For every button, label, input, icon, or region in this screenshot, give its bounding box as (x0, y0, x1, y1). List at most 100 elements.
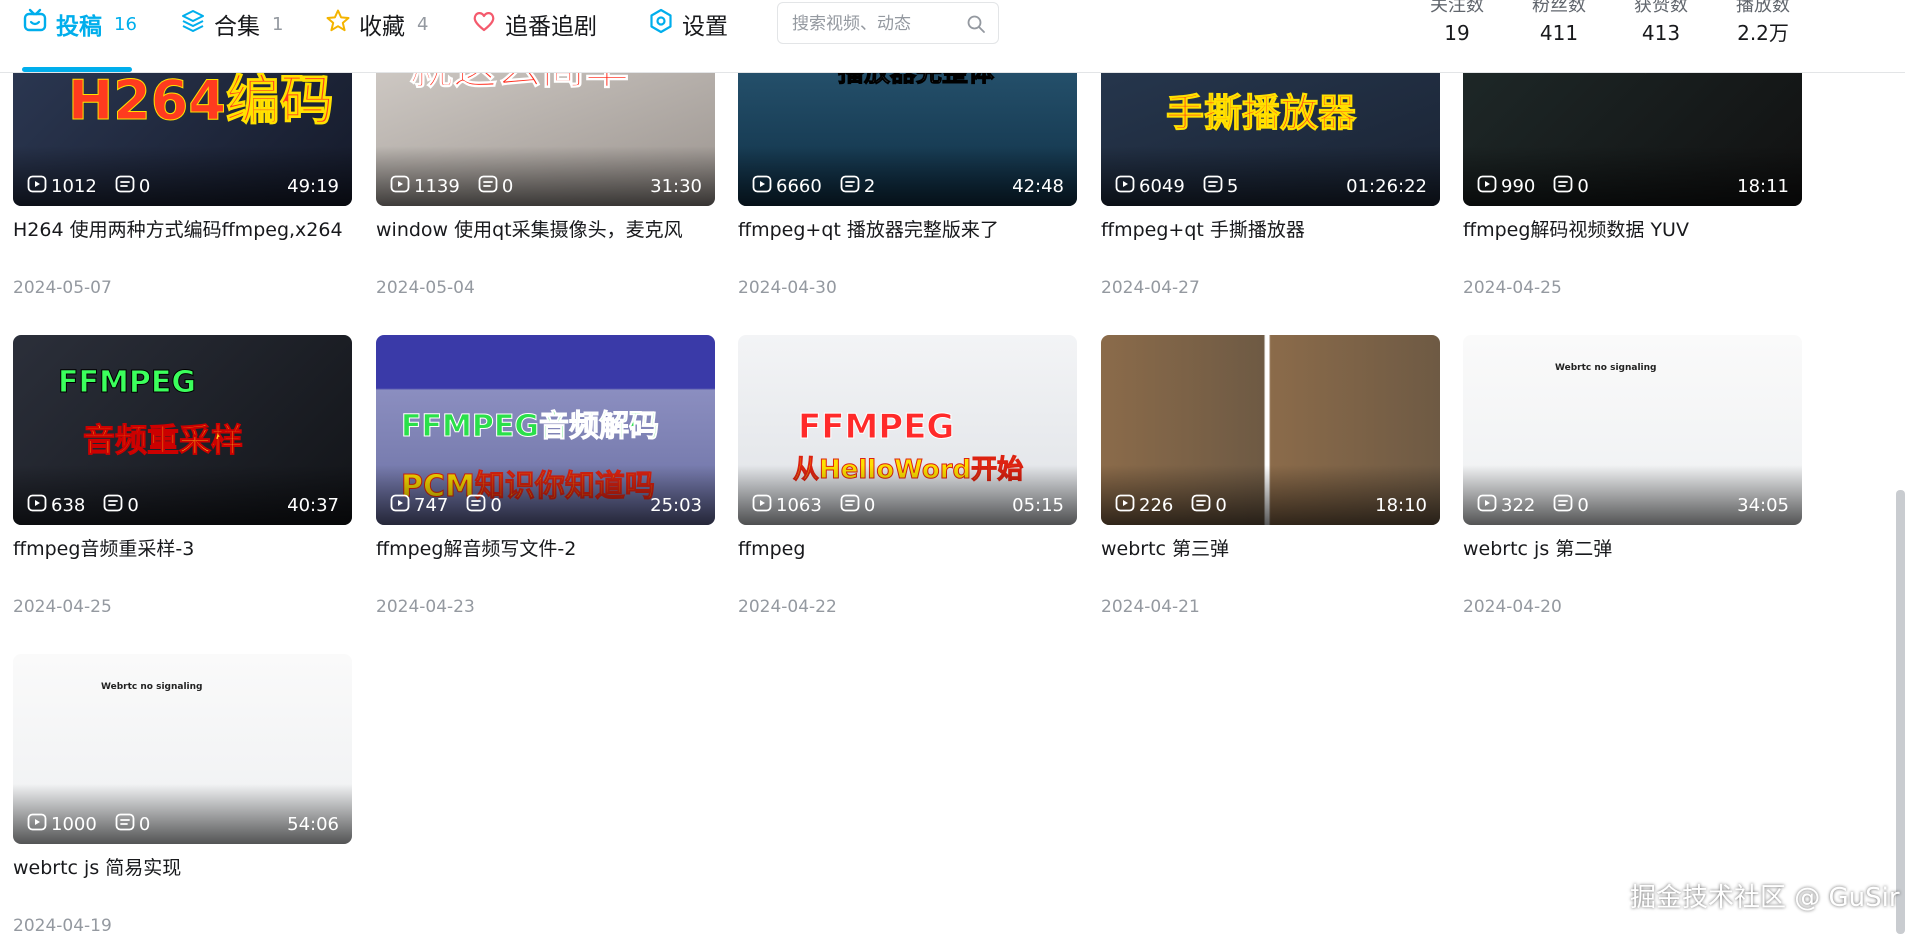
video-stats: 6049 5 01:26:22 (1115, 174, 1427, 198)
scrollbar-thumb[interactable] (1896, 490, 1905, 934)
danmaku-count-value: 0 (501, 175, 514, 197)
play-count-value: 990 (1501, 175, 1536, 197)
play-icon (27, 493, 47, 518)
video-title[interactable]: webrtc js 第二弹 (1463, 535, 1802, 563)
video-thumbnail[interactable]: Webrtc no signaling 322 0 34:05 (1463, 335, 1802, 525)
tab-favorites-label: 收藏 (359, 14, 405, 40)
tab-favorites[interactable]: 收藏 4 (325, 8, 428, 40)
video-stats: 1063 0 05:15 (752, 493, 1064, 517)
danmaku-count: 5 (1203, 174, 1238, 199)
play-count: 322 (1477, 493, 1535, 518)
video-title[interactable]: ffmpeg+qt 手撕播放器 (1101, 216, 1440, 244)
video-title[interactable]: webrtc js 简易实现 (13, 854, 352, 882)
video-stats: 322 0 34:05 (1477, 493, 1789, 517)
video-title[interactable]: ffmpeg音频重采样-3 (13, 535, 352, 563)
thumbnail-caption: Webrtc no signaling (1555, 363, 1657, 373)
video-date: 2024-04-30 (738, 278, 837, 298)
settings-hexagon-icon (648, 8, 674, 40)
video-duration: 18:11 (1737, 175, 1789, 197)
play-count-value: 6049 (1139, 175, 1185, 197)
video-title[interactable]: ffmpeg (738, 535, 1077, 563)
video-duration: 54:06 (287, 813, 339, 835)
video-date: 2024-04-19 (13, 916, 112, 936)
play-icon (27, 174, 47, 199)
tab-bangumi[interactable]: 追番追剧 (471, 8, 597, 40)
video-date: 2024-04-25 (13, 597, 112, 617)
tab-uploads[interactable]: 投稿 16 (22, 8, 137, 40)
stat-followers[interactable]: 粉丝数 411 (1509, 0, 1609, 48)
play-icon (27, 812, 47, 837)
video-date: 2024-05-07 (13, 278, 112, 298)
play-count: 1012 (27, 174, 97, 199)
tab-collections[interactable]: 合集 1 (180, 8, 283, 40)
danmaku-count-value: 0 (490, 494, 502, 516)
video-title[interactable]: ffmpeg解音频写文件-2 (376, 535, 715, 563)
tab-collections-count: 1 (272, 13, 284, 35)
video-duration: 49:19 (287, 175, 339, 197)
play-count: 747 (390, 493, 448, 518)
play-count-value: 1000 (51, 813, 97, 835)
heart-icon (471, 8, 497, 40)
danmaku-count: 0 (1553, 493, 1589, 518)
thumbnail-caption: 手撕播放器 (1165, 91, 1357, 136)
danmaku-count: 0 (478, 174, 513, 199)
play-count-value: 322 (1501, 494, 1536, 516)
thumbnail-caption: FFMPEG音频解码 (401, 409, 660, 445)
video-duration: 01:26:22 (1346, 175, 1427, 197)
stat-value: 413 (1641, 21, 1681, 45)
search-input[interactable] (790, 3, 970, 45)
video-title[interactable]: ffmpeg解码视频数据 YUV (1463, 216, 1802, 244)
search-icon[interactable] (966, 14, 986, 38)
danmaku-icon (466, 493, 486, 518)
video-stats: 1000 0 54:06 (27, 812, 339, 836)
video-date: 2024-04-20 (1463, 597, 1562, 617)
play-icon (390, 493, 410, 518)
danmaku-count-value: 2 (863, 175, 876, 197)
video-duration: 40:37 (287, 494, 339, 516)
stat-following[interactable]: 关注数 19 (1407, 0, 1507, 48)
video-thumbnail[interactable]: FFMPEG 音频重采样 638 0 40:37 (13, 335, 352, 525)
video-duration: 31:30 (650, 175, 702, 197)
danmaku-icon (103, 493, 123, 518)
video-stats: 747 0 25:03 (390, 493, 702, 517)
danmaku-count-value: 0 (1577, 494, 1589, 516)
video-thumbnail[interactable]: FFMPEG音频解码PCM知识你知道吗 747 0 25:03 (376, 335, 715, 525)
play-count: 6049 (1115, 174, 1185, 199)
stat-value: 2.2万 (1737, 21, 1789, 45)
play-icon (1477, 174, 1497, 199)
tab-bangumi-label: 追番追剧 (505, 14, 597, 40)
thumbnail-caption: 音频重采样 (82, 421, 244, 460)
video-stats: 226 0 18:10 (1115, 493, 1427, 517)
video-date: 2024-04-27 (1101, 278, 1200, 298)
play-count-value: 1012 (51, 175, 97, 197)
active-tab-indicator (22, 67, 132, 72)
danmaku-count-value: 5 (1226, 175, 1239, 197)
play-icon (1115, 174, 1135, 199)
upload-tv-icon (22, 8, 48, 40)
stat-likes: 获赞数 413 (1611, 0, 1711, 48)
play-count-value: 6660 (776, 175, 822, 197)
stat-label: 获赞数 (1634, 0, 1688, 16)
stat-label: 播放数 (1736, 0, 1790, 16)
play-count-value: 638 (51, 494, 86, 516)
play-count: 1063 (752, 493, 822, 518)
play-icon (752, 493, 772, 518)
video-title[interactable]: H264 使用两种方式编码ffmpeg,x264 (13, 216, 352, 244)
video-thumbnail[interactable]: FFMPEG从HelloWord开始 1063 0 05:15 (738, 335, 1077, 525)
layers-icon (180, 8, 206, 40)
danmaku-count: 0 (115, 174, 150, 199)
tab-collections-label: 合集 (214, 14, 260, 40)
video-title[interactable]: ffmpeg+qt 播放器完整版来了 (738, 216, 1077, 244)
video-date: 2024-05-04 (376, 278, 475, 298)
play-count: 6660 (752, 174, 822, 199)
tab-settings[interactable]: 设置 (648, 8, 728, 40)
play-count-value: 1139 (414, 175, 460, 197)
play-count-value: 747 (414, 494, 449, 516)
video-title[interactable]: window 使用qt采集摄像头，麦克风 (376, 216, 715, 244)
danmaku-count-value: 0 (1577, 175, 1589, 197)
video-date: 2024-04-23 (376, 597, 475, 617)
video-title[interactable]: webrtc 第三弹 (1101, 535, 1440, 563)
video-thumbnail[interactable]: 226 0 18:10 (1101, 335, 1440, 525)
star-icon (325, 8, 351, 40)
video-thumbnail[interactable]: Webrtc no signaling 1000 0 54:06 (13, 654, 352, 844)
